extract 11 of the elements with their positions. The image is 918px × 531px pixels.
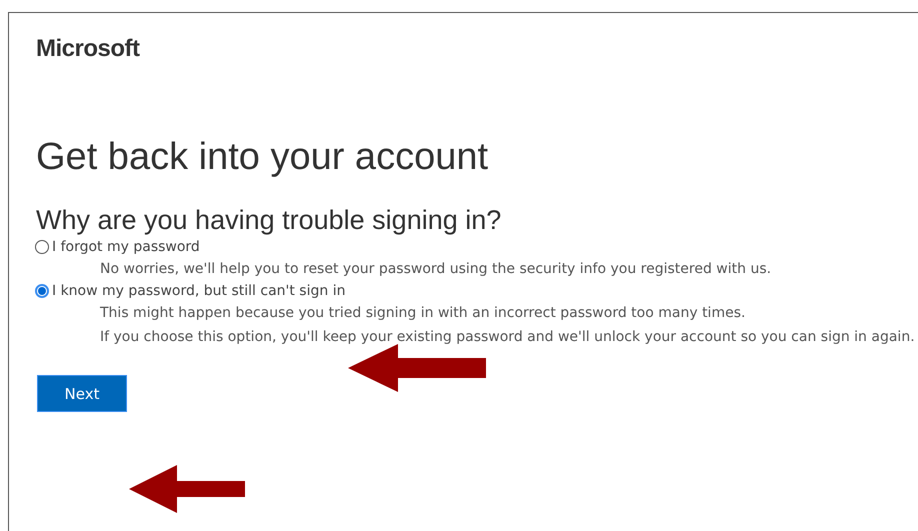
radio-button[interactable] <box>35 240 49 254</box>
brand-logo: Microsoft <box>36 35 141 63</box>
option-description: This might happen because you tried signing in with an incorrect password too many times. <box>100 304 746 323</box>
option-description: If you choose this option, you'll keep your existing password and we'll unlock your account so you can sign in again. <box>100 328 916 347</box>
option-description: No worries, we'll help you to reset your password using the security info you registered with us. <box>100 260 772 279</box>
page-title: Get back into your account <box>36 135 490 179</box>
option-label[interactable]: I know my password, but still can't sign in <box>52 283 346 299</box>
page-subtitle: Why are you having trouble signing in? <box>36 204 502 237</box>
radio-button[interactable] <box>35 284 49 298</box>
next-button[interactable]: Next <box>37 375 127 412</box>
option-label[interactable]: I forgot my password <box>52 239 200 255</box>
